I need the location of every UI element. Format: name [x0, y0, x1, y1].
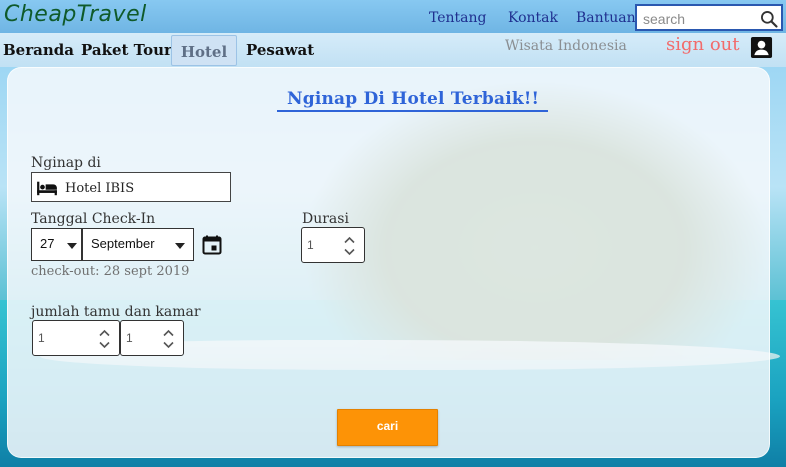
nav-hotel-label: Hotel	[180, 43, 228, 61]
hotel-field[interactable]	[31, 172, 231, 202]
guests-label: jumlah tamu dan kamar	[31, 304, 201, 320]
bed-icon	[37, 181, 57, 196]
month-select[interactable]: September	[82, 228, 194, 261]
link-kontak[interactable]: Kontak	[508, 10, 558, 26]
calendar-icon[interactable]	[202, 235, 222, 255]
checkout-text: check-out: 28 sept 2019	[31, 264, 190, 279]
page-title: Nginap Di Hotel Terbaik!!	[287, 89, 540, 109]
nav-paket-tour[interactable]: Paket Tour	[81, 41, 172, 59]
hotel-input[interactable]	[65, 179, 225, 197]
month-value: September	[91, 236, 155, 251]
rooms-stepper[interactable]: 1	[120, 320, 184, 356]
guests-stepper[interactable]: 1	[32, 320, 120, 356]
search-input[interactable]	[643, 10, 753, 28]
rooms-value: 1	[126, 331, 133, 345]
sign-out-link[interactable]: sign out	[666, 34, 740, 55]
link-bantuan[interactable]: Bantuan	[576, 10, 636, 26]
checkin-label: Tanggal Check-In	[31, 211, 156, 227]
account-box-icon[interactable]	[750, 36, 773, 59]
stay-label: Nginap di	[31, 155, 101, 171]
link-tentang[interactable]: Tentang	[429, 10, 487, 26]
day-select[interactable]: 27	[31, 228, 82, 261]
stepper-arrows-icon[interactable]	[99, 329, 110, 349]
nav-pesawat[interactable]: Pesawat	[246, 41, 314, 59]
main-nav: Beranda Paket Tour Hotel Pesawat Wisata …	[0, 33, 786, 67]
search-button[interactable]: cari	[337, 409, 438, 446]
guests-value: 1	[38, 331, 45, 345]
stepper-arrows-icon[interactable]	[344, 236, 355, 256]
duration-label: Durasi	[302, 211, 349, 227]
nav-hotel[interactable]: Hotel	[171, 35, 237, 66]
title-underline	[277, 110, 548, 112]
site-logo[interactable]: CheapTravel	[4, 2, 147, 27]
hotel-search-panel	[7, 67, 770, 458]
day-value: 27	[40, 236, 55, 251]
duration-stepper[interactable]: 1	[301, 227, 365, 263]
search-icon[interactable]	[759, 9, 779, 29]
duration-value: 1	[307, 238, 314, 252]
chevron-down-icon	[67, 243, 77, 249]
search-box	[635, 4, 783, 31]
top-header: CheapTravel Tentang Kontak Bantuan	[0, 0, 786, 33]
chevron-down-icon	[175, 243, 185, 249]
stepper-arrows-icon[interactable]	[163, 329, 174, 349]
wisata-indonesia-label[interactable]: Wisata Indonesia	[505, 38, 627, 54]
nav-beranda[interactable]: Beranda	[3, 41, 74, 59]
